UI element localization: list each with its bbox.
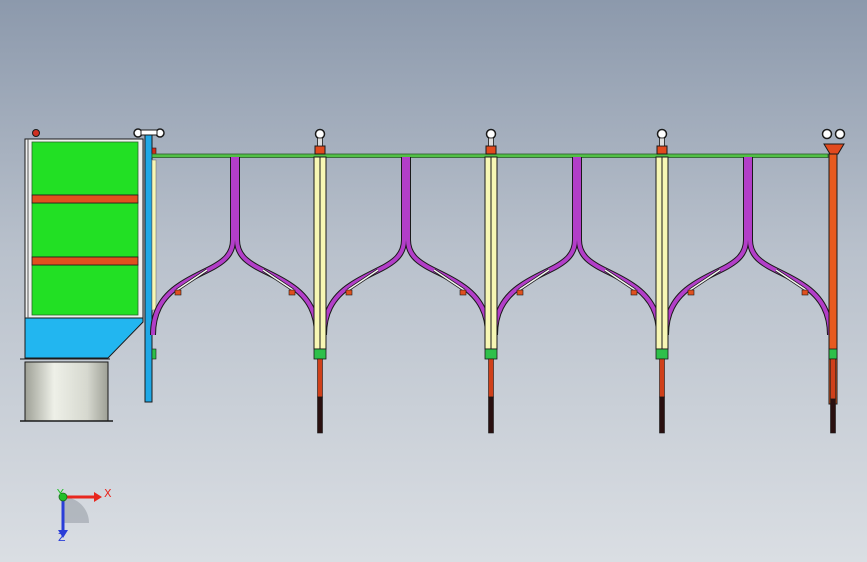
brace-left-fill [347, 269, 379, 291]
post-stem [317, 358, 323, 398]
arm-right [577, 157, 661, 336]
brace-right-fill [775, 269, 807, 291]
green-panel-bottom [31, 264, 139, 316]
blue-post-guide [151, 159, 157, 311]
arm-right-outline [747, 157, 833, 336]
left-hopper-module [20, 128, 165, 422]
brace-left-fill [518, 269, 550, 291]
post-eye-stem [659, 137, 665, 147]
axis-y-label: Y [56, 487, 64, 500]
post-foot [655, 348, 669, 360]
post-stem-base [659, 396, 665, 434]
end-post-foot [828, 348, 838, 360]
brace-right-fill [604, 269, 636, 291]
arm-left [493, 157, 577, 336]
post-lifting-eye [656, 128, 668, 140]
arm-left [151, 157, 235, 336]
brace-right-fill [433, 269, 465, 291]
end-post-stem [830, 358, 836, 400]
arm-frame [663, 157, 833, 336]
bracket-right [801, 289, 809, 296]
end-post-eye-right [834, 128, 846, 140]
post-cap [314, 145, 326, 155]
bracket-right [288, 289, 296, 296]
post-stem [659, 358, 665, 398]
end-post-eye-left [821, 128, 833, 140]
arm-left-outline [150, 157, 236, 336]
arm-left [664, 157, 748, 336]
cad-model [20, 128, 846, 434]
brace-right-fill [262, 269, 294, 291]
green-panel-top [31, 141, 139, 196]
brace-left-fill [689, 269, 721, 291]
cad-viewport[interactable]: X Y Z [0, 0, 867, 562]
support-post [655, 128, 669, 434]
arm-right [748, 157, 832, 336]
bracket-right [630, 289, 638, 296]
arm-frame [150, 157, 320, 336]
arm-frame [492, 157, 662, 336]
arm-left-outline [321, 157, 407, 336]
bracket-left [687, 289, 695, 296]
end-post-stem-base [830, 398, 836, 434]
post-eye-stem [488, 137, 494, 147]
arm-left [322, 157, 406, 336]
arm-right-outline [405, 157, 491, 336]
arm-right-outline [576, 157, 662, 336]
bracket-left [345, 289, 353, 296]
post-cap [485, 145, 497, 155]
triad-shade [63, 497, 89, 523]
arm-right-outline [234, 157, 320, 336]
red-beam-upper [31, 194, 139, 204]
axis-triad[interactable]: X Y Z [56, 487, 112, 544]
arm-right [406, 157, 490, 336]
bracket-left [174, 289, 182, 296]
post-cap [656, 145, 668, 155]
blue-post [144, 130, 153, 403]
post-lifting-eye [314, 128, 326, 140]
post-lifting-eye [485, 128, 497, 140]
brace-left-fill [176, 269, 208, 291]
support-post [313, 128, 327, 434]
lifting-bar [140, 129, 158, 136]
arm-frame [321, 157, 491, 336]
hopper-funnel [24, 317, 144, 359]
bin-cylinder [24, 361, 109, 422]
post-eye-stem [317, 137, 323, 147]
axis-z-label: Z [58, 531, 66, 544]
axis-x-label: X [104, 487, 112, 500]
arm-left-outline [492, 157, 578, 336]
post-stem-base [317, 396, 323, 434]
post-foot [484, 348, 498, 360]
end-post-cap [823, 143, 845, 155]
post-stem [488, 358, 494, 398]
top-knob [32, 129, 40, 137]
arm-right [235, 157, 319, 336]
red-beam-lower [31, 256, 139, 266]
green-panel-middle [31, 202, 139, 258]
post-stem-base [488, 396, 494, 434]
arm-left-outline [663, 157, 749, 336]
support-post [484, 128, 498, 434]
axis-x-head [94, 492, 102, 502]
blue-post-foot [151, 348, 157, 360]
end-post [821, 128, 846, 434]
bracket-right [459, 289, 467, 296]
post-foot [313, 348, 327, 360]
bracket-left [516, 289, 524, 296]
